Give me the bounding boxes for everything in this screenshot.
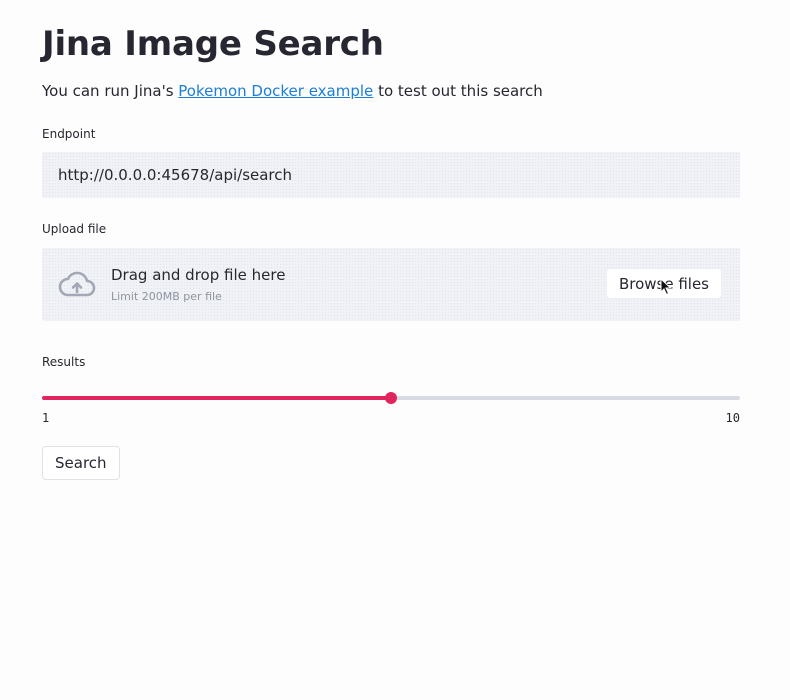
upload-file-label: Upload file <box>42 222 107 236</box>
mouse-cursor-icon <box>660 278 672 296</box>
results-label: Results <box>42 355 86 369</box>
slider-thumb[interactable] <box>385 392 397 404</box>
file-dropzone[interactable]: Drag and drop file here Limit 200MB per … <box>42 248 740 321</box>
intro-prefix: You can run Jina's <box>42 82 179 100</box>
slider-max-label: 10 <box>725 411 740 425</box>
endpoint-label: Endpoint <box>42 127 96 141</box>
intro-text: You can run Jina's Pokemon Docker exampl… <box>42 82 543 100</box>
slider-min-label: 1 <box>42 411 50 425</box>
cloud-upload-icon <box>58 271 96 297</box>
file-size-limit: Limit 200MB per file <box>111 290 222 303</box>
page-title: Jina Image Search <box>42 24 384 64</box>
endpoint-input[interactable] <box>42 152 740 198</box>
dropzone-instructions: Drag and drop file here <box>111 266 286 284</box>
pokemon-docker-link[interactable]: Pokemon Docker example <box>178 82 373 100</box>
slider-fill <box>42 396 391 400</box>
intro-suffix: to test out this search <box>373 82 543 100</box>
results-slider[interactable] <box>42 390 740 406</box>
search-button[interactable]: Search <box>42 446 120 480</box>
